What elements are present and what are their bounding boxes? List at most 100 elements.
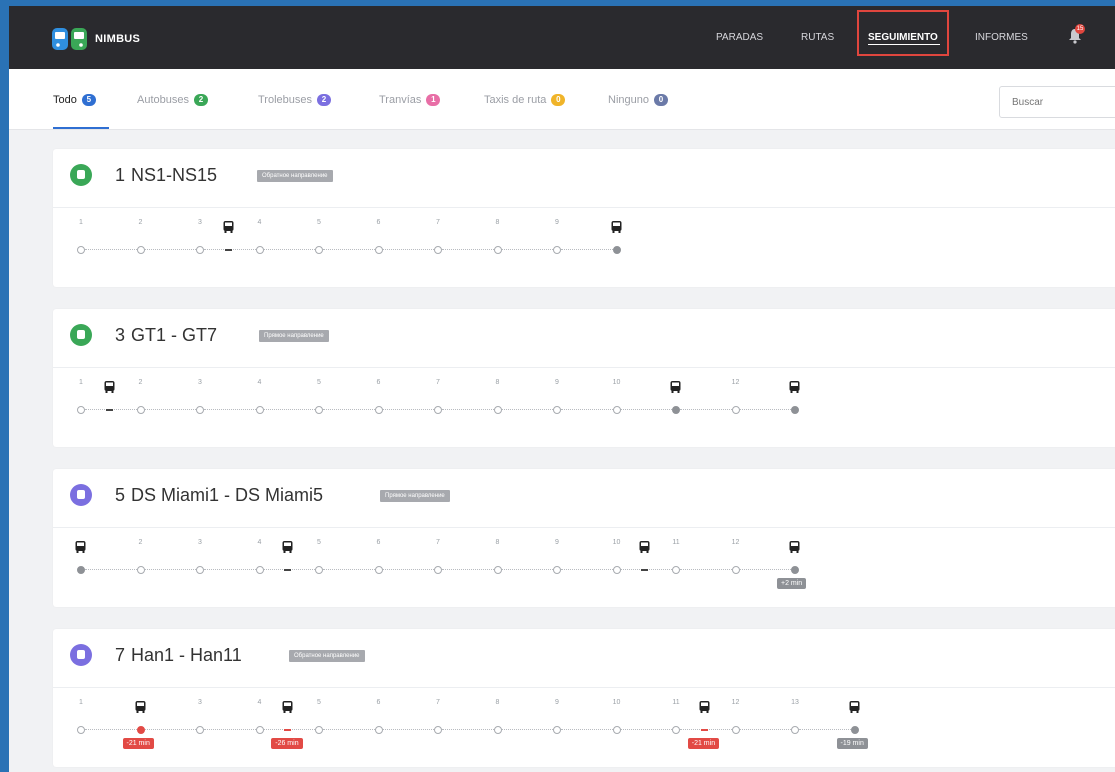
stop-marker[interactable] — [731, 406, 740, 414]
stop-marker[interactable] — [315, 726, 323, 734]
stop-marker[interactable] — [255, 246, 264, 254]
route-card[interactable]: 5 DS Miami1 - DS Miami5 Прямое направление… — [53, 469, 1115, 607]
tab-label: Trolebuses — [258, 94, 313, 106]
stop-marker[interactable] — [731, 566, 740, 574]
stop-marker[interactable] — [374, 566, 383, 574]
stop-marker[interactable] — [255, 566, 264, 574]
stop-marker[interactable] — [434, 726, 442, 734]
tab-count: 1 — [426, 94, 441, 106]
stop-marker[interactable] — [196, 726, 204, 734]
vehicle-type-icon — [70, 644, 92, 666]
bus-icon[interactable] — [670, 380, 681, 393]
stop-marker[interactable] — [493, 726, 502, 734]
stop-marker[interactable] — [493, 566, 502, 574]
stop-marker[interactable] — [374, 726, 383, 734]
stop-marker[interactable] — [315, 406, 323, 414]
tab-count: 2 — [193, 94, 208, 106]
stop-label: 3 — [198, 699, 202, 706]
nav-rutas[interactable]: RUTAS — [801, 6, 834, 69]
bus-icon[interactable] — [611, 220, 622, 233]
bus-icon[interactable] — [223, 220, 234, 233]
stop-marker[interactable] — [791, 566, 799, 574]
stop-label: 1 — [79, 699, 83, 706]
stop-marker[interactable] — [791, 726, 799, 734]
tab-tranvias[interactable]: Tranvías 1 — [379, 92, 441, 108]
bus-icon[interactable] — [135, 700, 146, 713]
bus-icon[interactable] — [639, 540, 650, 553]
stop-marker[interactable] — [612, 246, 621, 254]
route-card[interactable]: 7 Han1 - Han11 Обратное направление 1 3 4 5 6 7 8… — [53, 629, 1115, 767]
stop-marker[interactable] — [374, 246, 383, 254]
stop-marker[interactable] — [791, 406, 799, 414]
stop-marker[interactable] — [77, 566, 85, 574]
stop-marker[interactable] — [196, 406, 204, 414]
stop-label: 10 — [612, 699, 621, 706]
stop-marker[interactable] — [136, 726, 145, 734]
stop-marker[interactable] — [315, 566, 323, 574]
stop-marker[interactable] — [136, 246, 145, 254]
stop-marker[interactable] — [196, 566, 204, 574]
stop-marker[interactable] — [553, 726, 561, 734]
stop-marker[interactable] — [493, 406, 502, 414]
stop-marker[interactable] — [612, 406, 621, 414]
bus-icon[interactable] — [789, 540, 800, 553]
stop-marker[interactable] — [612, 726, 621, 734]
nav-informes[interactable]: INFORMES — [975, 6, 1028, 69]
bus-icon[interactable] — [849, 700, 860, 713]
stop-label: 10 — [612, 539, 621, 546]
stop-label: 2 — [138, 379, 143, 386]
route-segment — [442, 729, 494, 730]
bus-position-marker — [284, 729, 292, 731]
stop-label: 6 — [376, 539, 381, 546]
stop-marker[interactable] — [553, 406, 561, 414]
bus-icon[interactable] — [75, 540, 86, 553]
stop-marker[interactable] — [553, 566, 561, 574]
stop-marker[interactable] — [672, 726, 680, 734]
route-card[interactable]: 3 GT1 - GT7 Прямое направление 1 2 3 4 5 6 7 8 9 10 1… — [53, 309, 1115, 447]
stop-marker[interactable] — [731, 726, 740, 734]
stop-marker[interactable] — [77, 406, 85, 414]
stop-marker[interactable] — [255, 406, 264, 414]
stop-marker[interactable] — [255, 726, 264, 734]
stop-marker[interactable] — [434, 566, 442, 574]
stop-marker[interactable] — [434, 406, 442, 414]
route-segment — [263, 249, 315, 250]
stop-marker[interactable] — [672, 566, 680, 574]
stop-marker[interactable] — [136, 566, 145, 574]
stop-label: 9 — [555, 539, 559, 546]
tab-count: 0 — [653, 94, 668, 106]
nav-seguimiento[interactable]: SEGUIMIENTO — [868, 6, 938, 69]
tab-trolebuses[interactable]: Trolebuses 2 — [258, 92, 332, 108]
stop-marker[interactable] — [553, 246, 561, 254]
search-input[interactable] — [999, 86, 1115, 118]
bus-icon[interactable] — [789, 380, 800, 393]
route-segment — [680, 409, 732, 410]
stop-marker[interactable] — [136, 406, 145, 414]
stop-marker[interactable] — [77, 246, 85, 254]
stop-marker[interactable] — [196, 246, 204, 254]
stop-marker[interactable] — [315, 246, 323, 254]
bus-icon[interactable] — [104, 380, 115, 393]
bus-icon[interactable] — [699, 700, 710, 713]
tab-ninguno[interactable]: Ninguno 0 — [608, 92, 668, 108]
stop-marker[interactable] — [434, 246, 442, 254]
stop-marker[interactable] — [612, 566, 621, 574]
stop-marker[interactable] — [672, 406, 680, 414]
notifications-badge: 15 — [1075, 24, 1085, 34]
bus-icon[interactable] — [282, 700, 293, 713]
route-card[interactable]: 1 NS1-NS15 Обратное направление 1 2 3 4 5 6 7 8 9 — [53, 149, 1115, 287]
stop-marker[interactable] — [374, 406, 383, 414]
tab-todo[interactable]: Todo 5 — [53, 92, 96, 108]
stop-label: 7 — [436, 699, 440, 706]
stop-marker[interactable] — [77, 726, 85, 734]
app-logo[interactable]: NIMBUS — [51, 26, 140, 52]
delay-badge: -26 min — [271, 738, 303, 749]
stop-marker[interactable] — [493, 246, 502, 254]
tab-autobuses[interactable]: Autobuses 2 — [137, 92, 208, 108]
route-name: Han1 - Han11 — [131, 645, 242, 665]
stop-marker[interactable] — [850, 726, 859, 734]
nav-paradas[interactable]: PARADAS — [716, 6, 763, 69]
tab-taxis-de-ruta[interactable]: Taxis de ruta 0 — [484, 92, 566, 108]
bus-icon[interactable] — [282, 540, 293, 553]
stop-label: 12 — [731, 699, 740, 706]
